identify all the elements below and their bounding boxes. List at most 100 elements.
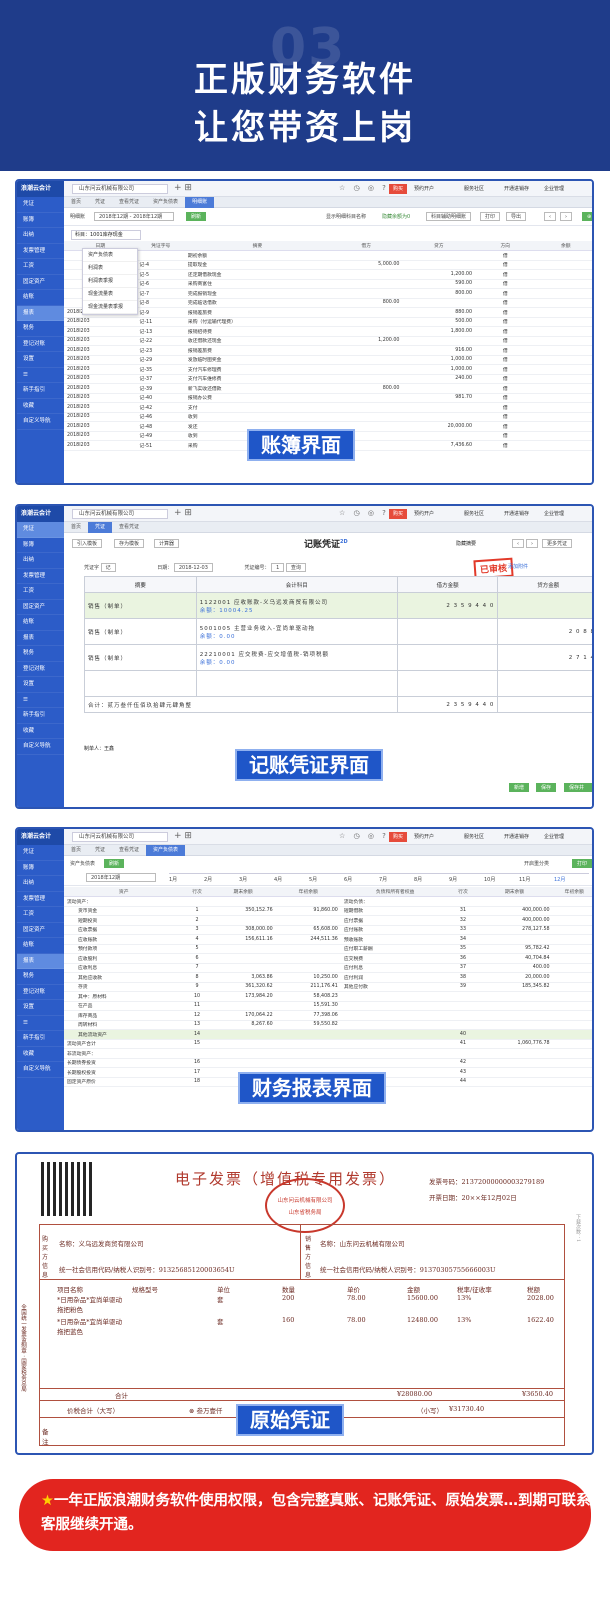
sidebar-item[interactable]: 发票管理 bbox=[17, 244, 64, 259]
table-row[interactable]: 应收股利 6 应交税费 36 40,704.84 bbox=[64, 953, 592, 964]
table-row[interactable]: 记-4 提取现金 5,000.00 借 bbox=[64, 260, 592, 270]
table-row[interactable]: 记-6 采购商富住 590.00 借 bbox=[64, 279, 592, 289]
print-button[interactable]: 打印 bbox=[480, 212, 501, 221]
sidebar-item[interactable]: 税务 bbox=[17, 321, 64, 337]
top-link[interactable]: 预约开户 bbox=[414, 510, 434, 517]
top-link[interactable]: 企业管理 bbox=[544, 185, 564, 192]
top-link[interactable]: 服务社区 bbox=[464, 185, 484, 192]
sidebar-item[interactable]: 账簿 bbox=[17, 538, 64, 553]
sidebar-item[interactable]: 凭证 bbox=[17, 845, 64, 861]
table-row[interactable]: 流动资产： 流动负债： bbox=[64, 896, 592, 907]
add-tab-icon[interactable]: + ⊞ bbox=[174, 831, 192, 841]
company-select[interactable]: 山东问云机械有限公司 bbox=[72, 509, 168, 519]
sidebar-item[interactable]: 工资 bbox=[17, 584, 64, 600]
sidebar-item[interactable]: 结账 bbox=[17, 938, 64, 954]
sidebar-item[interactable]: 收藏 bbox=[17, 399, 64, 414]
buy-button[interactable]: 购买 bbox=[389, 509, 407, 519]
option-hide-zero[interactable]: 隐藏余额为0 bbox=[382, 213, 410, 220]
tab[interactable]: 资产负债表 bbox=[146, 197, 185, 208]
sidebar-item[interactable]: ☰ bbox=[17, 1016, 64, 1031]
sidebar-item[interactable]: 收藏 bbox=[17, 1047, 64, 1062]
save-new-button[interactable]: 保存并新增 bbox=[564, 783, 592, 799]
sidebar-item[interactable]: 登记对账 bbox=[17, 985, 64, 1000]
table-row[interactable]: 其他流动资产 14 40 bbox=[64, 1029, 592, 1040]
voucher-line[interactable]: 销售（制单） 1122001 应收账款-义乌远发商贸有限公司 余额：10004.25… bbox=[84, 592, 592, 619]
table-row[interactable]: 期初余额 借 bbox=[64, 250, 592, 261]
sidebar-item[interactable]: 自定义导航 bbox=[17, 739, 64, 755]
tab[interactable]: 查看凭证 bbox=[112, 845, 146, 856]
table-row[interactable]: 周转材料 13 8,267.60 59,550.82 bbox=[64, 1020, 592, 1030]
menu-item[interactable]: 利润表 bbox=[83, 262, 137, 275]
company-select[interactable]: 山东问云机械有限公司 bbox=[72, 832, 168, 842]
top-link[interactable]: 预约开户 bbox=[414, 833, 434, 840]
table-row[interactable]: 2018l203 记-42 支付 借 bbox=[64, 402, 592, 413]
tab-voucher[interactable]: 凭证 bbox=[88, 522, 113, 533]
sidebar-item[interactable]: 自定义导航 bbox=[17, 414, 64, 430]
table-row[interactable]: 其中：原材料 10 173,984.20 58,408.23 bbox=[64, 991, 592, 1002]
tab[interactable]: 查看凭证 bbox=[112, 197, 146, 208]
tab[interactable]: 凭证 bbox=[88, 845, 112, 856]
sidebar-item[interactable]: 收藏 bbox=[17, 724, 64, 739]
top-link[interactable]: 开通进销存 bbox=[504, 510, 529, 517]
month-slider[interactable]: 1月 2月 3月 4月 5月 6月 7月 8月 9月 10月 11月 12月 bbox=[169, 873, 589, 883]
month-tick[interactable]: 8月 bbox=[414, 876, 422, 883]
voucher-line[interactable]: 销售（制单） 22210001 应交税费-应交增值税-销项税额 余额：0.00 2 7… bbox=[84, 644, 592, 671]
table-row[interactable]: 2018l203 记-35 支付汽车修理费 1,000.00 借 bbox=[64, 364, 592, 375]
voucher-line[interactable]: 销售（制单） 5001005 主营业务收入-宜尚单驱动拖 余额：0.00 2 0 8 … bbox=[84, 618, 592, 645]
voucher-type-select[interactable]: 记 bbox=[100, 563, 116, 572]
month-tick[interactable]: 5月 bbox=[309, 876, 317, 883]
import-template-button[interactable]: 引入模板 bbox=[72, 539, 103, 548]
top-link[interactable]: 预约开户 bbox=[414, 185, 434, 192]
sidebar-item[interactable]: 固定资产 bbox=[17, 600, 64, 615]
option-show-names[interactable]: 显示明细科目名称 bbox=[326, 213, 366, 220]
table-row[interactable]: 2018l203 记-37 支付汽车维修费 240.00 借 bbox=[64, 374, 592, 384]
save-template-button[interactable]: 存为模板 bbox=[114, 539, 145, 548]
refresh-button[interactable]: 刷新 bbox=[186, 212, 207, 221]
tab-ledger[interactable]: 明细账 bbox=[185, 197, 215, 208]
table-row[interactable]: 非流动资产： bbox=[64, 1048, 592, 1059]
menu-item[interactable]: 现金流量表季报 bbox=[83, 301, 137, 314]
tab[interactable]: 首页 bbox=[64, 845, 88, 856]
table-row[interactable]: 存货 9 361,320.62 211,176.41 其他应付款 39 185,345.82 bbox=[64, 982, 592, 992]
query-button[interactable]: 查询 bbox=[285, 563, 306, 572]
sidebar-item[interactable]: 税务 bbox=[17, 646, 64, 662]
next-icon[interactable]: › bbox=[560, 212, 572, 221]
sidebar-item[interactable]: 出纳 bbox=[17, 876, 64, 892]
sidebar-item[interactable]: 固定资产 bbox=[17, 275, 64, 290]
sidebar-item[interactable]: 账簿 bbox=[17, 861, 64, 876]
sidebar-item[interactable]: 报表 bbox=[17, 953, 64, 969]
table-row[interactable]: 2018l203 记-11 采购（付运输代理费） 500.00 借 bbox=[64, 317, 592, 327]
table-row[interactable]: 2018l203 记-22 收还借款还现金 1,200.00 借 bbox=[64, 336, 592, 346]
table-row[interactable]: 库存商品 12 170,064.22 77,398.06 bbox=[64, 1010, 592, 1021]
export-button[interactable]: 导出 bbox=[506, 212, 527, 221]
table-row[interactable]: 长期债券投资 16 42 bbox=[64, 1058, 592, 1068]
table-row[interactable]: 2018l203 记-46 收到 借 bbox=[64, 412, 592, 422]
month-tick[interactable]: 11月 bbox=[519, 876, 530, 883]
sidebar-item[interactable]: 设置 bbox=[17, 352, 64, 368]
table-row[interactable]: 2018l203 记-13 报销招待费 1,800.00 借 bbox=[64, 326, 592, 337]
attach-link[interactable]: 添加附件 bbox=[508, 563, 528, 570]
sidebar-item[interactable]: 报表 bbox=[17, 631, 64, 646]
aux-ledger-button[interactable]: 科目辅助明细账 bbox=[426, 212, 472, 221]
new-button[interactable]: 新增 bbox=[509, 783, 530, 792]
sidebar-item[interactable]: 新手指引 bbox=[17, 1031, 64, 1047]
calculator-button[interactable]: 计算器 bbox=[154, 539, 180, 548]
sidebar-item[interactable]: 设置 bbox=[17, 1000, 64, 1016]
month-tick[interactable]: 7月 bbox=[379, 876, 387, 883]
top-link[interactable]: 企业管理 bbox=[544, 510, 564, 517]
month-tick[interactable]: 9月 bbox=[449, 876, 457, 883]
table-row[interactable]: 2018l203 记-39 新飞实收还借款 800.00 借 bbox=[64, 383, 592, 394]
sidebar-item[interactable]: 自定义导航 bbox=[17, 1062, 64, 1078]
sidebar-item[interactable]: 税务 bbox=[17, 969, 64, 985]
sidebar-item[interactable]: 登记对账 bbox=[17, 337, 64, 352]
top-link[interactable]: 开通进销存 bbox=[504, 833, 529, 840]
table-row[interactable]: 货币资金 1 350,152.76 91,860.00 短期借款 31 400,000.00 bbox=[64, 906, 592, 916]
period-select[interactable]: 2018年12期 - 2018年12期 bbox=[94, 212, 174, 221]
sidebar-item[interactable]: 登记对账 bbox=[17, 662, 64, 677]
next-voucher-icon[interactable]: › bbox=[526, 539, 538, 548]
table-row[interactable]: 应收账款 4 156,611.16 244,511.36 预收账款 34 bbox=[64, 934, 592, 945]
table-row[interactable]: 记-5 还定期借款现金 1,200.00 借 bbox=[64, 269, 592, 280]
top-link[interactable]: 企业管理 bbox=[544, 833, 564, 840]
sidebar-item[interactable]: 固定资产 bbox=[17, 923, 64, 938]
buy-button[interactable]: 购买 bbox=[389, 832, 407, 842]
